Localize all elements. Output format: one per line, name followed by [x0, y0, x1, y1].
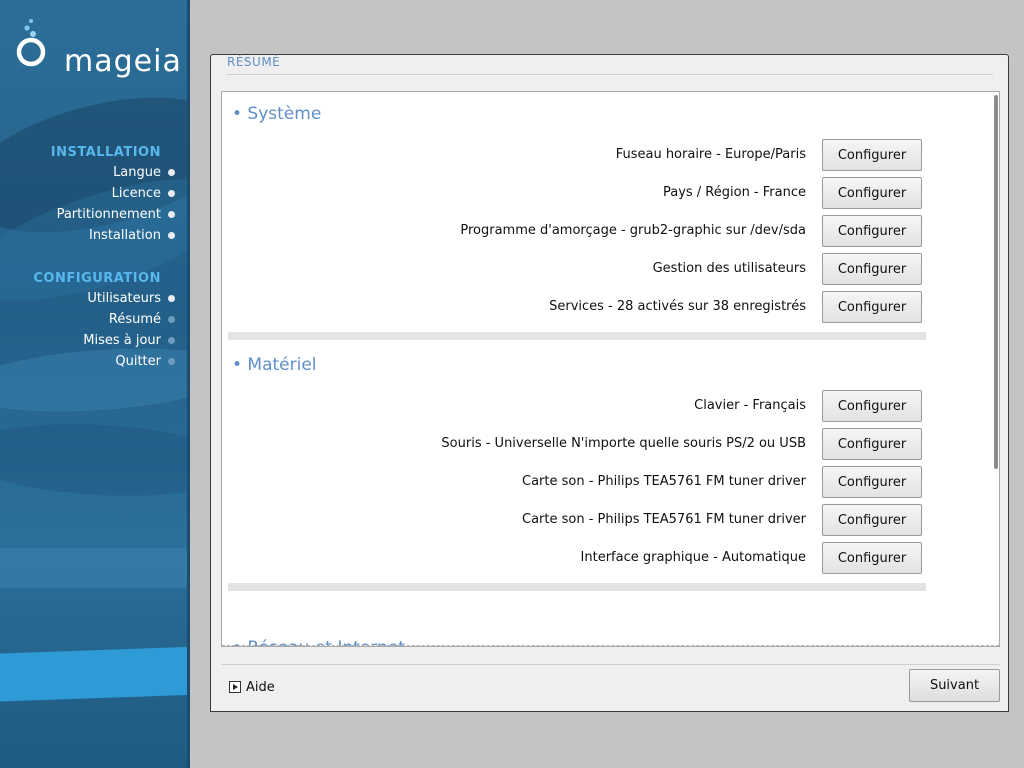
help-label: Aide — [246, 679, 275, 695]
section-title: • Matériel — [232, 355, 317, 375]
summary-row-label: Services - 28 activés sur 38 enregistrés — [549, 299, 806, 314]
step-status-dot-icon — [168, 337, 175, 344]
sidebar-item-config-1: Résumé — [108, 310, 175, 330]
section-separator — [228, 332, 926, 340]
summary-row-label: Carte son - Philips TEA5761 FM tuner dri… — [522, 474, 806, 489]
window-title: RÉSUMÉ — [227, 55, 281, 69]
step-status-dot-icon — [168, 295, 175, 302]
sidebar-item-install-1: Licence — [111, 184, 175, 204]
configure-button[interactable]: Configurer — [822, 139, 922, 171]
sidebar-item-install-2: Partitionnement — [56, 205, 175, 225]
sidebar-item-config-0: Utilisateurs — [87, 289, 175, 309]
configure-button[interactable]: Configurer — [822, 177, 922, 209]
step-status-dot-icon — [168, 316, 175, 323]
nav-section-installation: INSTALLATION — [50, 145, 161, 160]
sidebar-item-install-3: Installation — [88, 226, 175, 246]
sidebar-item-label: Quitter — [115, 354, 161, 369]
bottom-separator — [221, 664, 1000, 665]
step-status-dot-icon — [168, 211, 175, 218]
sidebar-item-label: Partitionnement — [56, 207, 161, 222]
configure-button[interactable]: Configurer — [822, 428, 922, 460]
help-expander[interactable]: Aide — [229, 678, 275, 696]
sidebar: mageia INSTALLATION Langue Licence Partiti… — [0, 0, 190, 768]
sidebar-item-label: Résumé — [108, 312, 161, 327]
sidebar-item-label: Installation — [88, 228, 161, 243]
summary-row-label: Carte son - Philips TEA5761 FM tuner dri… — [522, 512, 806, 527]
sidebar-decoration — [0, 645, 190, 703]
sidebar-item-config-3: Quitter — [115, 352, 175, 372]
summary-row-label: Gestion des utilisateurs — [652, 261, 806, 276]
sidebar-decoration — [0, 340, 190, 420]
next-button[interactable]: Suivant — [909, 669, 1000, 702]
sidebar-item-label: Utilisateurs — [87, 291, 161, 306]
configure-button[interactable]: Configurer — [822, 504, 922, 536]
logo-wordmark: mageia — [64, 44, 182, 79]
configure-button[interactable]: Configurer — [822, 291, 922, 323]
configure-button[interactable]: Configurer — [822, 542, 922, 574]
step-status-dot-icon — [168, 358, 175, 365]
summary-panel[interactable]: • Système Fuseau horaire - Europe/Paris Co… — [221, 91, 1000, 647]
sidebar-item-label: Licence — [111, 186, 161, 201]
mageia-cauldron-icon — [16, 19, 46, 67]
expand-triangle-icon — [229, 681, 241, 693]
configure-button[interactable]: Configurer — [822, 215, 922, 247]
sidebar-decoration — [0, 548, 190, 588]
step-status-dot-icon — [168, 169, 175, 176]
configure-button[interactable]: Configurer — [822, 253, 922, 285]
sidebar-item-label: Mises à jour — [83, 333, 161, 348]
scrollbar[interactable] — [994, 95, 998, 469]
panel-scroll-edge — [222, 644, 999, 646]
sidebar-edge — [187, 0, 190, 768]
sidebar-item-config-2: Mises à jour — [83, 331, 175, 351]
step-status-dot-icon — [168, 232, 175, 239]
mageia-logo: mageia — [16, 18, 186, 79]
configure-button[interactable]: Configurer — [822, 390, 922, 422]
sidebar-decoration — [0, 417, 190, 503]
sidebar-item-install-0: Langue — [113, 163, 175, 183]
title-separator — [227, 74, 993, 75]
step-status-dot-icon — [168, 190, 175, 197]
section-separator — [228, 583, 926, 591]
configure-button[interactable]: Configurer — [822, 466, 922, 498]
summary-row-label: Clavier - Français — [694, 398, 806, 413]
summary-window: RÉSUMÉ • Système Fuseau horaire - Europe/… — [210, 54, 1009, 712]
summary-row-label: Souris - Universelle N'importe quelle so… — [441, 436, 806, 451]
summary-row-label: Pays / Région - France — [662, 185, 806, 200]
summary-row-label: Programme d'amorçage - grub2-graphic sur… — [460, 223, 806, 238]
section-title: • Système — [232, 104, 322, 124]
nav-section-configuration: CONFIGURATION — [33, 271, 161, 286]
sidebar-item-label: Langue — [113, 165, 161, 180]
summary-row-label: Interface graphique - Automatique — [580, 550, 806, 565]
summary-row-label: Fuseau horaire - Europe/Paris — [615, 147, 806, 162]
